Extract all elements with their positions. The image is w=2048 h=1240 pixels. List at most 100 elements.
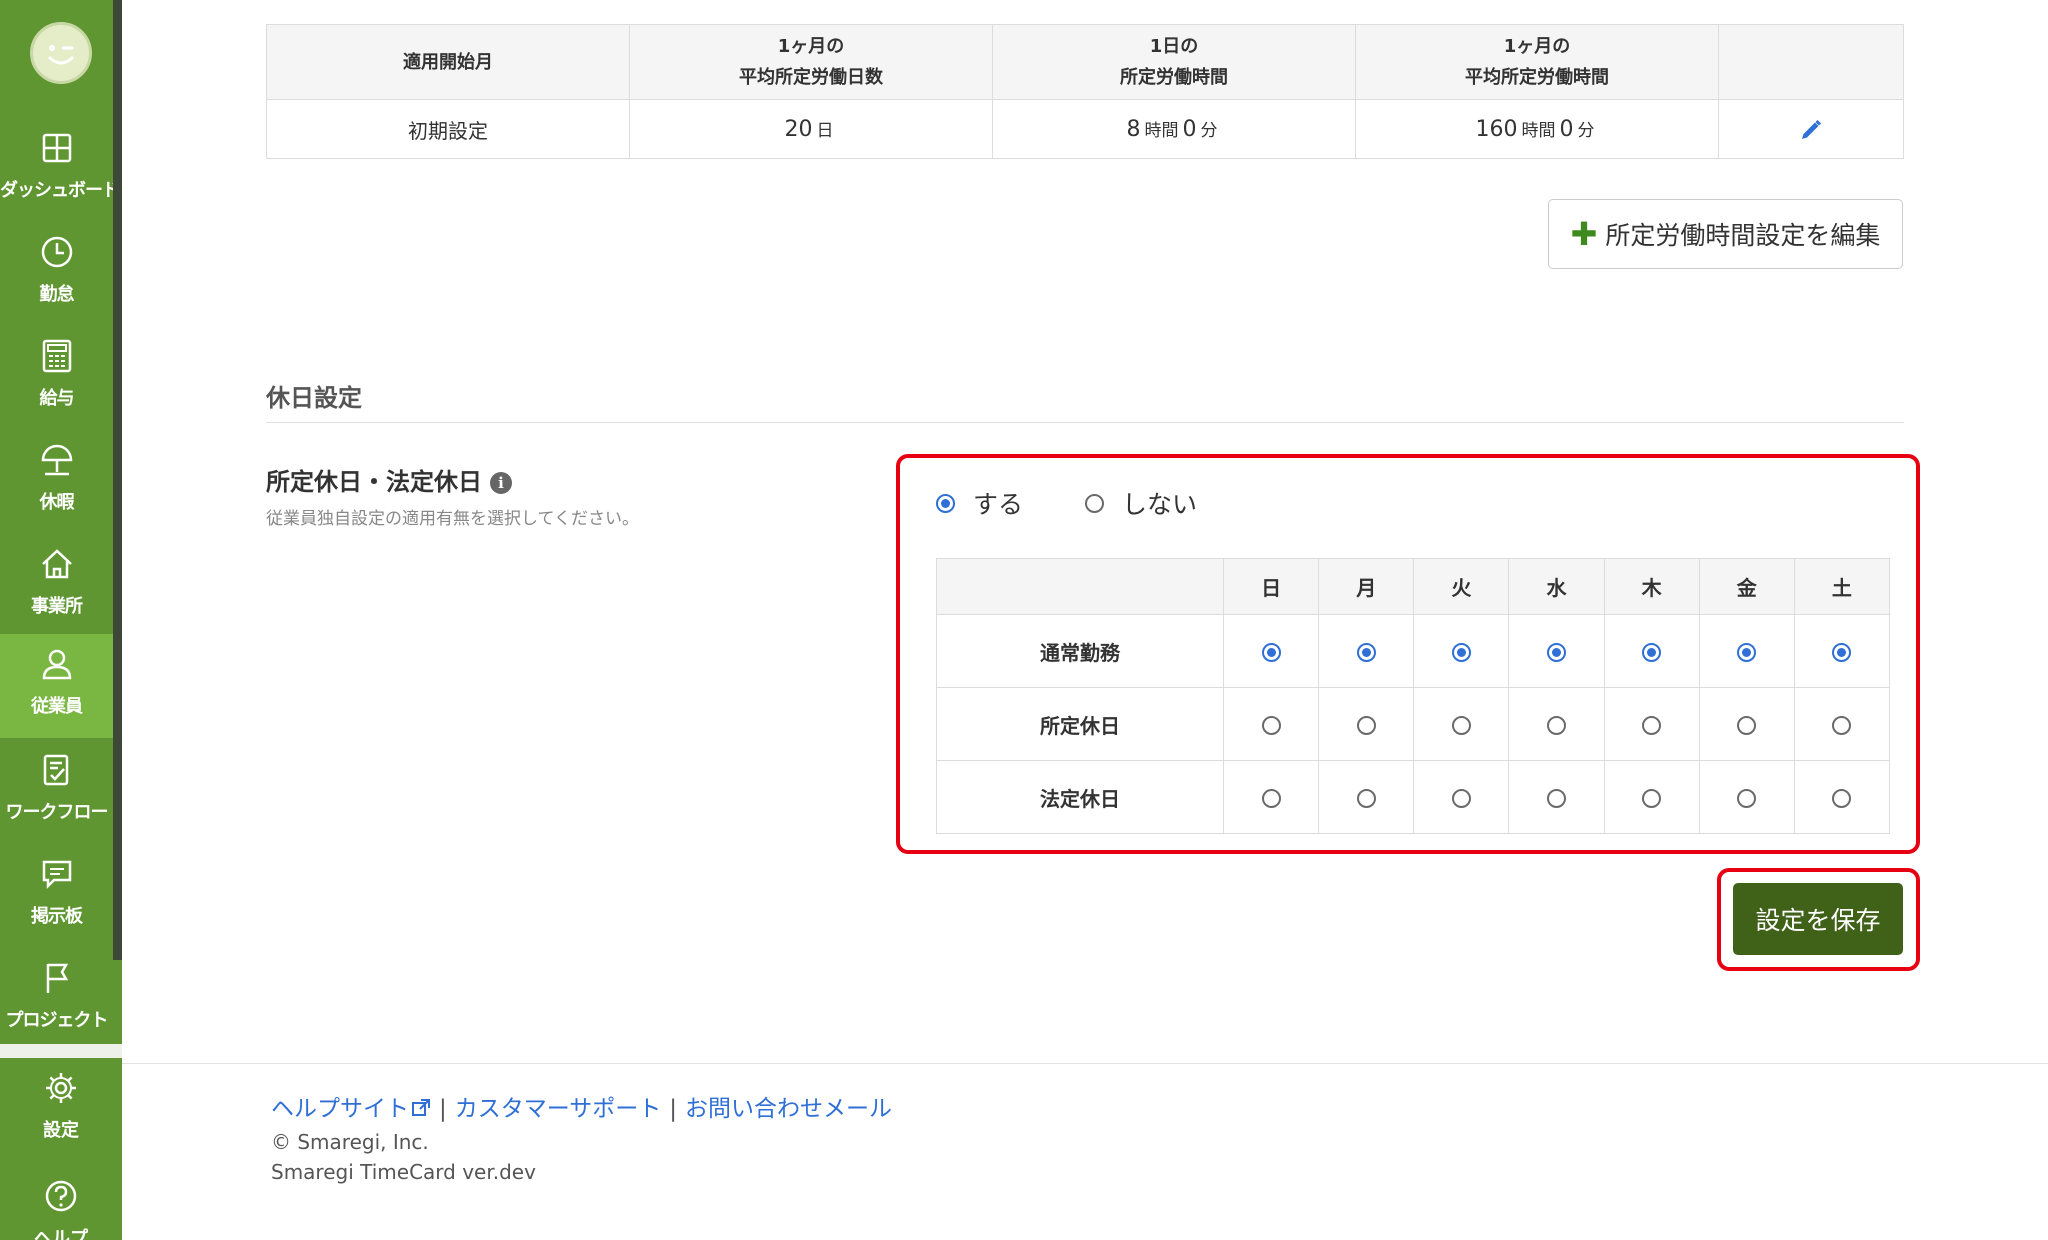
option-label: しない <box>1122 490 1198 519</box>
column-header: 適用開始月 <box>266 24 630 100</box>
nav-label: 掲示板 <box>31 906 83 927</box>
day-radio[interactable] <box>1642 716 1662 735</box>
nav-project[interactable]: プロジェクト <box>0 948 113 1052</box>
table-row: 初期設定 20 日 8 時間 0 分 160 時間 0 分 <box>266 99 1904 159</box>
nav-label: プロジェクト <box>5 1010 109 1031</box>
nav-payroll[interactable]: 給与 <box>0 326 113 430</box>
row-label: 所定休日 <box>936 687 1224 761</box>
help-icon <box>45 1180 77 1212</box>
flag-icon <box>46 963 69 993</box>
help-site-link[interactable]: ヘルプサイト <box>271 1096 431 1122</box>
option-no-radio[interactable]: しない <box>1085 485 1197 521</box>
nav-board[interactable]: 掲示板 <box>0 844 113 948</box>
day-radio[interactable] <box>1261 716 1281 735</box>
umbrella-icon <box>41 444 73 476</box>
row-label: 法定休日 <box>936 760 1224 834</box>
pencil-icon[interactable] <box>1799 118 1823 142</box>
day-radio[interactable] <box>1356 716 1376 735</box>
section-divider <box>266 422 1904 423</box>
weekday-table: 日 月 火 水 木 金 土 通常勤務 所定休日 法定休日 <box>936 558 1891 834</box>
day-radio[interactable] <box>1546 789 1566 808</box>
table-row: 通常勤務 <box>936 614 1891 688</box>
edit-work-hours-button[interactable]: ✚ 所定労働時間設定を編集 <box>1548 199 1903 269</box>
footer-links: ヘルプサイト | カスタマーサポート | お問い合わせメール <box>271 1089 892 1123</box>
edit-work-hours-label: 所定労働時間設定を編集 <box>1605 221 1881 250</box>
field-label: 所定休日・法定休日 i <box>266 462 512 497</box>
day-radio[interactable] <box>1737 789 1757 808</box>
day-header: 火 <box>1413 558 1510 615</box>
option-yes-radio[interactable]: する <box>936 485 1023 521</box>
day-radio[interactable] <box>1261 643 1281 662</box>
app-logo[interactable] <box>30 22 92 84</box>
day-radio[interactable] <box>1451 643 1471 662</box>
nav-attendance[interactable]: 勤怠 <box>0 222 113 326</box>
row-label: 通常勤務 <box>936 614 1224 688</box>
option-label: する <box>973 490 1024 519</box>
section-title: 休日設定 <box>266 384 362 412</box>
day-radio[interactable] <box>1356 789 1376 808</box>
day-radio[interactable] <box>1832 643 1852 662</box>
nav-dashboard[interactable]: ダッシュボード <box>0 118 120 222</box>
nav-leave[interactable]: 休暇 <box>0 430 113 534</box>
dashboard-icon <box>42 133 72 163</box>
day-radio[interactable] <box>1832 716 1852 735</box>
external-link-icon <box>412 1099 430 1116</box>
day-radio[interactable] <box>1546 716 1566 735</box>
plus-icon: ✚ <box>1570 215 1598 253</box>
nav-label: 事業所 <box>31 596 83 617</box>
nav-label: ワークフロー <box>5 802 109 823</box>
nav-employees[interactable]: 従業員 <box>0 634 113 738</box>
link-separator: | <box>439 1096 447 1122</box>
column-header <box>936 558 1224 615</box>
radio-checked[interactable] <box>936 493 955 513</box>
sidebar-scrollbar[interactable] <box>113 0 122 960</box>
checklist-icon <box>43 754 69 786</box>
day-radio[interactable] <box>1261 789 1281 808</box>
save-settings-button[interactable]: 設定を保存 <box>1733 883 1903 955</box>
day-radio[interactable] <box>1642 643 1662 662</box>
day-radio[interactable] <box>1451 716 1471 735</box>
day-radio[interactable] <box>1832 789 1852 808</box>
nav-workflow[interactable]: ワークフロー <box>0 740 113 844</box>
table-row: 所定休日 <box>936 687 1891 761</box>
day-header: 木 <box>1603 558 1700 615</box>
customer-support-link[interactable]: カスタマーサポート <box>455 1096 662 1122</box>
day-header: 月 <box>1318 558 1415 615</box>
footer-divider <box>122 1063 2048 1064</box>
calculator-icon <box>42 339 72 373</box>
table-row: 法定休日 <box>936 760 1891 834</box>
nav-label: ダッシュボード <box>0 180 120 201</box>
home-icon <box>42 549 72 579</box>
day-header: 土 <box>1793 558 1891 615</box>
radio-unchecked[interactable] <box>1085 493 1104 513</box>
column-header: 1ヶ月の 平均所定労働時間 <box>1355 24 1719 100</box>
column-header: 1日の 所定労働時間 <box>992 24 1356 100</box>
day-radio[interactable] <box>1642 789 1662 808</box>
nav-label: 休暇 <box>39 492 75 513</box>
link-separator: | <box>669 1096 678 1122</box>
info-icon[interactable]: i <box>490 472 512 494</box>
day-radio[interactable] <box>1546 643 1566 662</box>
nav-label: 設定 <box>43 1120 79 1141</box>
contact-mail-link[interactable]: お問い合わせメール <box>685 1096 892 1122</box>
field-help-text: 従業員独自設定の適用有無を選択してください。 <box>266 509 639 529</box>
column-header <box>1718 24 1904 100</box>
nav-office[interactable]: 事業所 <box>0 534 113 638</box>
day-radio[interactable] <box>1737 716 1757 735</box>
day-radio[interactable] <box>1737 643 1757 662</box>
table-header-row: 日 月 火 水 木 金 土 <box>936 558 1891 615</box>
sidebar-divider <box>0 1044 122 1058</box>
chat-icon <box>42 860 72 890</box>
copyright-text: © Smaregi, Inc. <box>271 1130 429 1154</box>
day-radio[interactable] <box>1356 643 1376 662</box>
nav-settings[interactable]: 設定 <box>0 1058 122 1162</box>
monthly-hours-cell: 160 時間 0 分 <box>1355 99 1719 159</box>
version-text: Smaregi TimeCard ver.dev <box>271 1160 536 1184</box>
table-header-row: 適用開始月 1ヶ月の 平均所定労働日数 1日の 所定労働時間 1ヶ月の 平均所定労働時… <box>266 24 1904 100</box>
clock-icon <box>41 236 73 268</box>
nav-help[interactable]: ヘルプ <box>0 1166 122 1240</box>
daily-hours-cell: 8 時間 0 分 <box>992 99 1356 159</box>
edit-cell <box>1718 99 1904 159</box>
day-radio[interactable] <box>1451 789 1471 808</box>
nav-label: ヘルプ <box>34 1228 88 1240</box>
